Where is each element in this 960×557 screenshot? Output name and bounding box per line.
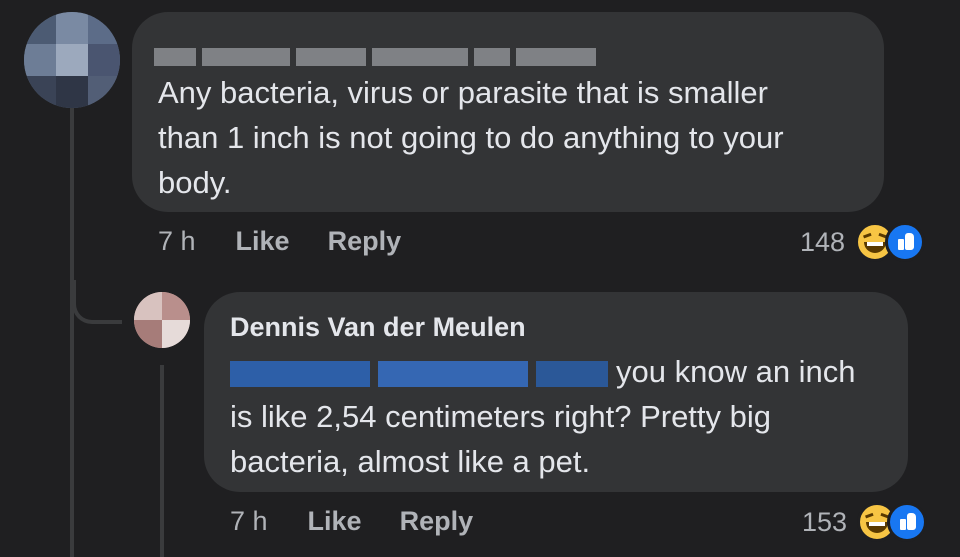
avatar-commenter-1[interactable]: [24, 12, 120, 108]
comment-actions: 7 h Like Reply: [158, 226, 439, 257]
thread-line-main: [70, 95, 74, 557]
reply-text-line: you know an inch: [230, 349, 856, 394]
like-icon: [885, 222, 926, 262]
reply-text: you know an inch is like 2,54 centimeter…: [230, 349, 856, 484]
comment-text-line: than 1 inch is not going to do anything …: [158, 120, 784, 155]
thread-line-reply: [160, 365, 164, 557]
reply-actions: 7 h Like Reply: [230, 506, 511, 537]
reply-reply-button[interactable]: Reply: [400, 506, 474, 537]
thread-line-branch: [72, 280, 122, 324]
mention-blurred[interactable]: [230, 360, 370, 387]
comment-timestamp[interactable]: 7 h: [158, 226, 196, 257]
commenter-name-blurred[interactable]: [154, 48, 596, 66]
like-button[interactable]: Like: [236, 226, 290, 257]
reaction-summary[interactable]: 148: [800, 222, 926, 262]
reply-text-line-part: you know an inch: [616, 354, 856, 389]
reply-reaction-summary[interactable]: 153: [802, 502, 928, 542]
avatar-dennis[interactable]: [134, 292, 190, 348]
comment-text: Any bacteria, virus or parasite that is …: [158, 70, 784, 205]
mention-blurred[interactable]: [536, 360, 608, 387]
reply-author[interactable]: Dennis Van der Meulen: [230, 312, 526, 343]
mention-blurred[interactable]: [378, 360, 528, 387]
reply-button[interactable]: Reply: [328, 226, 402, 257]
reaction-count: 148: [800, 226, 846, 257]
reply-bubble[interactable]: Dennis Van der Meulen you know an inch i…: [204, 292, 908, 492]
reply-like-button[interactable]: Like: [308, 506, 362, 537]
reply-reaction-count: 153: [802, 506, 848, 537]
reply-text-line: bacteria, almost like a pet.: [230, 444, 591, 479]
reply-timestamp[interactable]: 7 h: [230, 506, 268, 537]
reply-text-line: is like 2,54 centimeters right? Pretty b…: [230, 399, 772, 434]
comment-bubble[interactable]: Any bacteria, virus or parasite that is …: [132, 12, 884, 212]
like-icon: [887, 502, 928, 542]
comment-text-line: body.: [158, 165, 232, 200]
comment-text-line: Any bacteria, virus or parasite that is …: [158, 75, 768, 110]
